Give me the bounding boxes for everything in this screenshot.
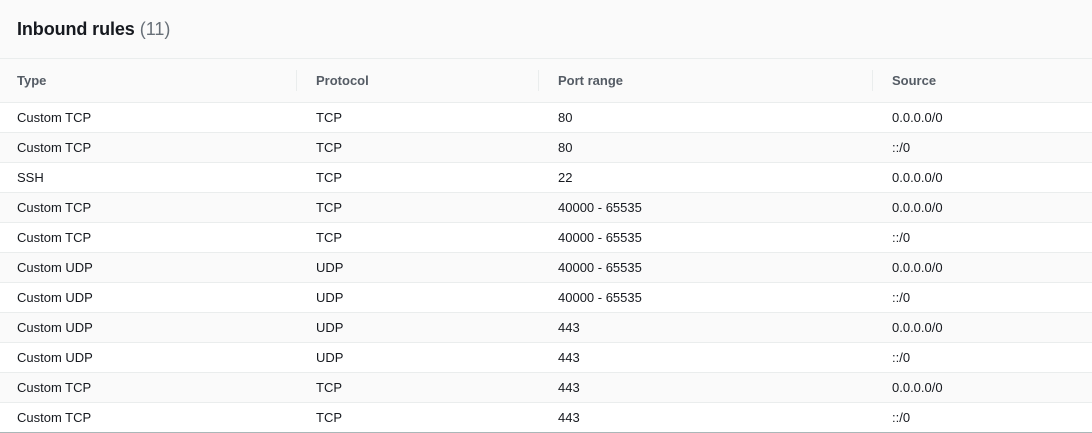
cell-protocol: TCP (296, 372, 538, 403)
cell-port-range: 40000 - 65535 (538, 252, 872, 283)
cell-source: 0.0.0.0/0 (872, 102, 1092, 133)
table-row: Custom UDP UDP 40000 - 65535 ::/0 (0, 282, 1092, 313)
table-row: Custom TCP TCP 40000 - 65535 ::/0 (0, 222, 1092, 253)
cell-protocol: TCP (296, 192, 538, 223)
cell-source: 0.0.0.0/0 (872, 252, 1092, 283)
panel-title: Inbound rules (17, 18, 135, 39)
column-header-type[interactable]: Type (0, 59, 296, 103)
cell-port-range: 22 (538, 162, 872, 193)
cell-type: Custom TCP (0, 102, 296, 133)
cell-source: 0.0.0.0/0 (872, 372, 1092, 403)
cell-type: Custom TCP (0, 132, 296, 163)
cell-source: 0.0.0.0/0 (872, 312, 1092, 343)
table-header-row: Type Protocol Port range Source (0, 59, 1092, 103)
cell-source: ::/0 (872, 282, 1092, 313)
cell-source: ::/0 (872, 402, 1092, 433)
cell-source: ::/0 (872, 342, 1092, 373)
column-header-protocol[interactable]: Protocol (296, 59, 538, 103)
cell-source: 0.0.0.0/0 (872, 192, 1092, 223)
cell-type: Custom UDP (0, 312, 296, 343)
panel-header: Inbound rules (11) (0, 0, 1092, 59)
cell-protocol: UDP (296, 342, 538, 373)
inbound-rules-table: Type Protocol Port range Source Custom T… (0, 59, 1092, 433)
cell-protocol: UDP (296, 252, 538, 283)
cell-protocol: TCP (296, 222, 538, 253)
cell-type: Custom TCP (0, 192, 296, 223)
cell-port-range: 443 (538, 312, 872, 343)
table-row: Custom TCP TCP 443 0.0.0.0/0 (0, 372, 1092, 403)
cell-type: Custom TCP (0, 402, 296, 433)
cell-port-range: 443 (538, 372, 872, 403)
cell-port-range: 443 (538, 402, 872, 433)
table-row: Custom TCP TCP 80 ::/0 (0, 132, 1092, 163)
table-row: Custom TCP TCP 40000 - 65535 0.0.0.0/0 (0, 192, 1092, 223)
table-body: Custom TCP TCP 80 0.0.0.0/0 Custom TCP T… (0, 102, 1092, 433)
cell-protocol: UDP (296, 282, 538, 313)
cell-protocol: TCP (296, 132, 538, 163)
cell-type: Custom UDP (0, 252, 296, 283)
table-row: Custom UDP UDP 443 0.0.0.0/0 (0, 312, 1092, 343)
inbound-rules-panel: Inbound rules (11) Type Protocol Port ra… (0, 0, 1092, 433)
cell-port-range: 40000 - 65535 (538, 192, 872, 223)
table-row: Custom TCP TCP 80 0.0.0.0/0 (0, 102, 1092, 133)
cell-protocol: TCP (296, 162, 538, 193)
cell-type: SSH (0, 162, 296, 193)
cell-port-range: 80 (538, 102, 872, 133)
cell-port-range: 80 (538, 132, 872, 163)
column-header-source[interactable]: Source (872, 59, 1092, 103)
table-row: SSH TCP 22 0.0.0.0/0 (0, 162, 1092, 193)
cell-type: Custom UDP (0, 282, 296, 313)
cell-protocol: TCP (296, 102, 538, 133)
cell-port-range: 40000 - 65535 (538, 282, 872, 313)
table-row: Custom UDP UDP 443 ::/0 (0, 342, 1092, 373)
cell-source: ::/0 (872, 222, 1092, 253)
table-row: Custom TCP TCP 443 ::/0 (0, 402, 1092, 433)
rule-count: (11) (139, 18, 171, 39)
cell-source: 0.0.0.0/0 (872, 162, 1092, 193)
cell-port-range: 40000 - 65535 (538, 222, 872, 253)
table-row: Custom UDP UDP 40000 - 65535 0.0.0.0/0 (0, 252, 1092, 283)
cell-type: Custom UDP (0, 342, 296, 373)
column-header-port-range[interactable]: Port range (538, 59, 872, 103)
cell-protocol: UDP (296, 312, 538, 343)
cell-type: Custom TCP (0, 372, 296, 403)
cell-source: ::/0 (872, 132, 1092, 163)
cell-port-range: 443 (538, 342, 872, 373)
cell-type: Custom TCP (0, 222, 296, 253)
cell-protocol: TCP (296, 402, 538, 433)
